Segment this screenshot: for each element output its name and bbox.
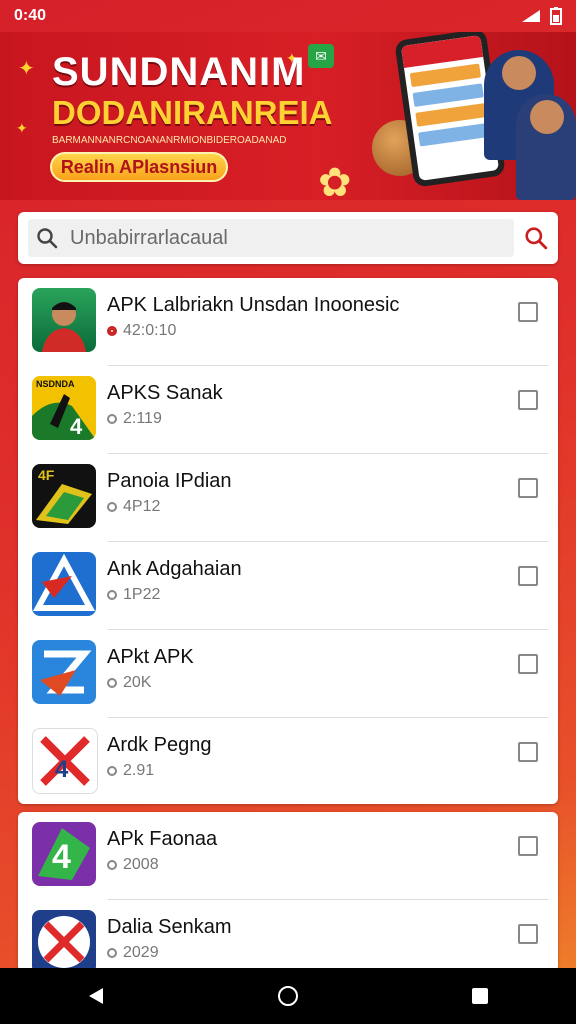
select-checkbox[interactable] — [518, 924, 538, 944]
triangle-logo-icon — [32, 552, 96, 616]
svg-text:NSDNDA: NSDNDA — [36, 379, 75, 389]
cross-logo-icon: 4 — [32, 728, 98, 794]
star-decoration-icon: ✦ — [16, 120, 28, 136]
app-title: APK Lalbriakn Unsdan Inoonesic — [107, 294, 400, 316]
x-badge-icon — [32, 910, 96, 972]
signal-icon — [522, 10, 540, 22]
download-icon — [107, 414, 117, 424]
search-input[interactable] — [68, 225, 502, 251]
list-item[interactable]: NSDNDA 4 APKS Sanak 2:119 — [18, 366, 558, 454]
four-logo-icon: 4 — [32, 822, 96, 886]
app-list-primary: APK Lalbriakn Unsdan Inoonesic 42:0:10 N… — [18, 278, 558, 804]
cricket-player-icon: NSDNDA 4 — [32, 376, 96, 440]
clock: 0:40 — [14, 7, 47, 24]
battery-icon — [550, 7, 562, 25]
status-icons — [520, 7, 562, 25]
person-illustration-icon — [516, 94, 576, 200]
app-meta: 2008 — [107, 856, 159, 874]
search-field[interactable] — [28, 219, 514, 257]
app-title: Dalia Senkam — [107, 916, 232, 938]
back-icon — [89, 988, 103, 1004]
banner-subtitle: DODANIRANREIA — [52, 94, 333, 131]
home-button[interactable] — [258, 976, 318, 1016]
list-item[interactable]: 4 Ardk Pegng 2.91 — [18, 718, 558, 804]
app-title: APKS Sanak — [107, 382, 223, 404]
svg-text:4: 4 — [70, 414, 83, 439]
app-title: Ardk Pegng — [107, 734, 212, 756]
app-title: Ank Adgahaian — [107, 558, 242, 580]
app-meta: 4P12 — [107, 498, 160, 516]
app-title: Panoia IPdian — [107, 470, 232, 492]
list-item[interactable]: Dalia Senkam 2029 — [18, 900, 558, 972]
download-icon — [107, 860, 117, 870]
select-checkbox[interactable] — [518, 654, 538, 674]
select-checkbox[interactable] — [518, 836, 538, 856]
promo-banner[interactable]: ✦ ✦ ✦ SUNDNANIM DODANIRANREIA BARMANNANR… — [0, 32, 576, 200]
flag-logo-icon: 4F — [32, 464, 96, 528]
app-meta: 2029 — [107, 944, 159, 962]
search-bar — [18, 212, 558, 264]
star-decoration-icon: ✦ — [18, 58, 35, 80]
select-checkbox[interactable] — [518, 390, 538, 410]
recents-button[interactable] — [450, 976, 510, 1016]
download-icon — [107, 948, 117, 958]
svg-text:4: 4 — [55, 756, 69, 783]
app-meta: 1P22 — [107, 586, 160, 604]
app-meta: 20K — [107, 674, 151, 692]
list-item[interactable]: APK Lalbriakn Unsdan Inoonesic 42:0:10 — [18, 278, 558, 366]
svg-text:4F: 4F — [38, 467, 55, 483]
chat-icon: ✉ — [308, 44, 334, 68]
download-icon — [107, 502, 117, 512]
app-meta: 42:0:10 — [107, 322, 176, 340]
download-icon — [107, 678, 117, 688]
app-list-secondary: 4 APk Faonaa 2008 Dalia Senkam 2029 — [18, 812, 558, 972]
search-submit-icon[interactable] — [524, 226, 548, 250]
banner-cta-button[interactable]: Realin APlasnsiun — [50, 152, 228, 182]
back-button[interactable] — [66, 976, 126, 1016]
download-icon — [107, 766, 117, 776]
banner-title: SUNDNANIM — [52, 50, 306, 94]
search-icon — [37, 228, 58, 249]
select-checkbox[interactable] — [518, 478, 538, 498]
download-icon — [107, 590, 117, 600]
z-logo-icon — [32, 640, 96, 704]
banner-caption: BARMANNANRCNOANANRMIONBIDEROADANAD — [52, 135, 287, 146]
select-checkbox[interactable] — [518, 302, 538, 322]
svg-text:4: 4 — [52, 838, 71, 876]
select-checkbox[interactable] — [518, 742, 538, 762]
app-meta: 2.91 — [107, 762, 154, 780]
list-item[interactable]: 4 APk Faonaa 2008 — [18, 812, 558, 900]
download-icon — [107, 326, 117, 336]
list-item[interactable]: Ank Adgahaian 1P22 — [18, 542, 558, 630]
status-bar: 0:40 — [0, 0, 576, 32]
list-item[interactable]: 4F Panoia IPdian 4P12 — [18, 454, 558, 542]
list-item[interactable]: APkt APK 20K — [18, 630, 558, 718]
player-avatar-icon — [32, 288, 96, 352]
home-icon — [278, 986, 298, 1006]
select-checkbox[interactable] — [518, 566, 538, 586]
recents-icon — [472, 988, 488, 1004]
app-title: APkt APK — [107, 646, 194, 668]
system-nav-bar — [0, 968, 576, 1024]
app-title: APk Faonaa — [107, 828, 218, 850]
app-meta: 2:119 — [107, 410, 162, 428]
flower-illustration-icon: ✿ — [318, 161, 352, 200]
